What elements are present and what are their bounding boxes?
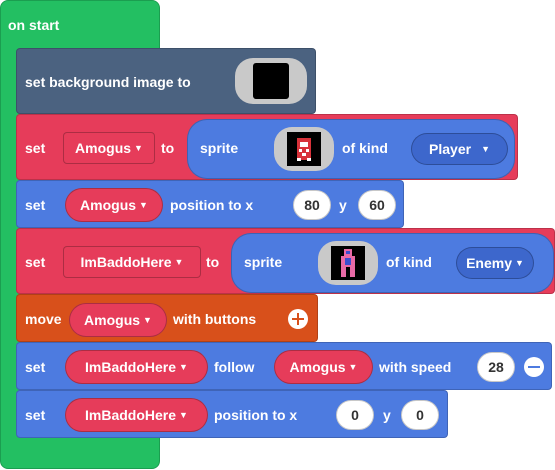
player-kind-dropdown[interactable]: Player ▼ <box>411 133 508 165</box>
position-to-x-label: position to x <box>214 407 298 423</box>
amogus-variable-dropdown[interactable]: Amogus ▼ <box>63 132 155 164</box>
x-value-input[interactable]: 80 <box>293 190 331 220</box>
with-buttons-label: with buttons <box>173 311 257 327</box>
y-value-input[interactable]: 60 <box>358 190 396 220</box>
move-with-buttons-block[interactable]: move Amogus ▼ with buttons <box>16 294 318 342</box>
caret-down-icon: ▼ <box>348 362 358 372</box>
amogus-variable-dropdown[interactable]: Amogus ▼ <box>65 188 163 222</box>
imbaddohere-variable-dropdown[interactable]: ImBaddoHere ▼ <box>65 350 208 384</box>
set-player-sprite-block[interactable]: set Amogus ▼ to sprite of kind Player ▼ <box>16 114 518 180</box>
to-label: to <box>206 254 220 270</box>
plus-circle-icon[interactable] <box>288 309 308 329</box>
black-square-image <box>253 63 289 99</box>
imbaddohere-variable-text: ImBaddoHere <box>85 359 177 375</box>
set-enemy-position-block[interactable]: set ImBaddoHere ▼ position to x 0 y 0 <box>16 390 448 438</box>
caret-down-icon: ▼ <box>134 143 143 153</box>
player-sprite-image <box>287 132 321 166</box>
x-value-input[interactable]: 0 <box>336 400 374 430</box>
set-player-position-block[interactable]: set Amogus ▼ position to x 80 y 60 <box>16 180 404 228</box>
enemy-kind-dropdown[interactable]: Enemy ▼ <box>456 247 534 279</box>
minus-circle-icon[interactable] <box>524 357 544 377</box>
imbaddohere-variable-text: ImBaddoHere <box>80 254 172 270</box>
imbaddohere-variable-dropdown[interactable]: ImBaddoHere ▼ <box>65 398 208 432</box>
follow-label: follow <box>214 359 255 375</box>
amogus-variable-dropdown[interactable]: Amogus ▼ <box>69 303 167 337</box>
with-speed-label: with speed <box>379 359 452 375</box>
set-label: set <box>25 407 46 423</box>
set-enemy-sprite-block[interactable]: set ImBaddoHere ▼ to sprite of kind Enemy… <box>16 228 555 294</box>
amogus-variable-text: Amogus <box>84 312 141 328</box>
caret-down-icon: ▼ <box>174 257 184 267</box>
speed-value-input[interactable]: 28 <box>477 352 515 382</box>
amogus-variable-text: Amogus <box>80 197 137 213</box>
set-label: set <box>25 197 46 213</box>
amogus-target-text: Amogus <box>289 359 346 375</box>
move-label: move <box>25 311 62 327</box>
amogus-target-dropdown[interactable]: Amogus ▼ <box>274 350 373 384</box>
enemy-kind-text: Enemy <box>466 255 512 271</box>
y-label: y <box>383 407 391 423</box>
caret-down-icon: ▼ <box>143 315 152 325</box>
enemy-sprite-image <box>331 246 365 280</box>
imbaddohere-variable-text: ImBaddoHere <box>85 407 177 423</box>
y-value-input[interactable]: 0 <box>401 400 439 430</box>
create-sprite-block[interactable]: sprite of kind Enemy ▼ <box>231 233 554 293</box>
player-image-picker[interactable] <box>274 127 334 171</box>
of-kind-label: of kind <box>342 140 388 156</box>
set-background-label: set background image to <box>25 74 191 90</box>
enemy-image-picker[interactable] <box>318 241 378 285</box>
set-background-block[interactable]: set background image to <box>16 48 316 114</box>
sprite-label: sprite <box>200 140 239 156</box>
set-label: set <box>25 140 46 156</box>
set-label: set <box>25 254 46 270</box>
follow-block[interactable]: set ImBaddoHere ▼ follow Amogus ▼ with spe… <box>16 342 552 390</box>
position-to-x-label: position to x <box>170 197 254 213</box>
imbaddohere-variable-dropdown[interactable]: ImBaddoHere ▼ <box>63 246 201 278</box>
y-label: y <box>339 197 347 213</box>
on-start-label: on start <box>8 17 60 33</box>
to-label: to <box>161 140 175 156</box>
create-sprite-block[interactable]: sprite of kind Player ▼ <box>187 119 515 179</box>
background-image-picker[interactable] <box>235 58 307 104</box>
caret-down-icon: ▼ <box>179 410 188 420</box>
caret-down-icon: ▼ <box>481 144 490 154</box>
caret-down-icon: ▼ <box>179 362 188 372</box>
set-label: set <box>25 359 46 375</box>
caret-down-icon: ▼ <box>139 200 148 210</box>
amogus-variable-text: Amogus <box>75 140 132 156</box>
caret-down-icon: ▼ <box>515 258 524 268</box>
player-kind-text: Player <box>429 141 472 157</box>
of-kind-label: of kind <box>386 254 432 270</box>
sprite-label: sprite <box>244 254 283 270</box>
